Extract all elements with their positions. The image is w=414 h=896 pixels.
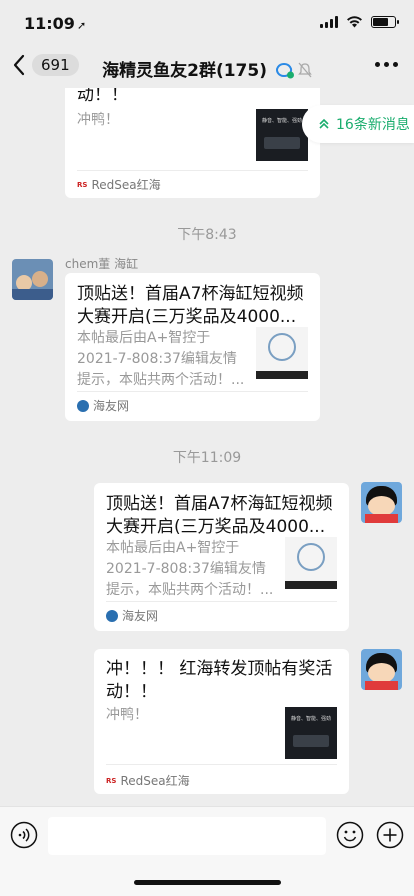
- link-card-message[interactable]: 顶贴送！首届A7杯海缸短视频大赛开启(三万奖品及4000... 本帖最后由A+智…: [94, 483, 349, 631]
- new-messages-label: 16条新消息: [336, 117, 410, 133]
- group-name: 海精灵鱼友2群(175): [102, 61, 267, 81]
- mute-bell-icon: [298, 62, 312, 78]
- message-timestamp: 下午11:09: [172, 450, 242, 466]
- card-description: 本帖最后由A+智控于2021-7-808:37编辑友情提示，本贴共两个活动！..…: [106, 540, 274, 598]
- card-source: RS RedSea红海: [106, 774, 190, 788]
- card-divider: [106, 601, 337, 602]
- emoji-button[interactable]: [336, 821, 364, 849]
- card-source: 海友网: [106, 607, 158, 624]
- card-divider: [77, 391, 308, 392]
- nav-bar: 691 海精灵鱼友2群(175): [0, 46, 414, 88]
- card-divider: [77, 170, 308, 171]
- card-title: 冲！！！ 红海转发顶帖有奖活动！！: [106, 659, 333, 702]
- group-chat-icon: [275, 63, 294, 79]
- card-divider: [106, 764, 337, 765]
- status-bar: 11:09 ➚: [0, 0, 414, 46]
- cellular-signal-icon: [320, 15, 338, 28]
- avatar[interactable]: [12, 259, 53, 300]
- haiyou-logo-icon: [77, 399, 89, 412]
- status-time: 11:09 ➚: [24, 14, 87, 33]
- haiyou-logo-icon: [106, 609, 118, 622]
- card-thumbnail: 静音、智能、强劲: [285, 707, 337, 759]
- card-source: 海友网: [77, 397, 129, 414]
- new-messages-badge[interactable]: 16条新消息: [302, 105, 414, 143]
- link-card-message[interactable]: 冲！！！ 红海转发顶帖有奖活动！！ 冲鸭！ 静音、智能、强劲 RS RedSea…: [94, 649, 349, 794]
- message-timestamp: 下午8:43: [177, 227, 237, 243]
- more-options-button[interactable]: [375, 62, 398, 67]
- battery-icon: [371, 15, 399, 28]
- link-card-message[interactable]: 顶贴送！首届A7杯海缸短视频大赛开启(三万奖品及4000... 本帖最后由A+智…: [65, 273, 320, 421]
- card-source: RS RedSea红海: [77, 178, 161, 192]
- wifi-icon: [347, 16, 362, 28]
- chat-title: 海精灵鱼友2群(175): [0, 56, 414, 81]
- card-thumbnail: 静音、智能、强劲: [256, 109, 308, 161]
- avatar[interactable]: [361, 482, 402, 523]
- card-title: 动！！: [77, 88, 128, 105]
- link-card-message[interactable]: 动！！ 冲鸭！ 静音、智能、强劲 RS RedSea红海: [65, 88, 320, 198]
- card-description: 本帖最后由A+智控于2021-7-808:37编辑友情提示，本贴共两个活动！..…: [77, 330, 245, 388]
- avatar[interactable]: [361, 649, 402, 690]
- card-thumbnail: [256, 327, 308, 379]
- redsea-logo-icon: RS: [106, 776, 117, 785]
- card-thumbnail: [285, 537, 337, 589]
- sender-name: chem董 海缸: [65, 257, 139, 271]
- card-description: 冲鸭！: [77, 112, 119, 128]
- chat-area[interactable]: 16条新消息 动！！ 冲鸭！ 静音、智能、强劲 RS RedSea红海 下午8:…: [0, 88, 414, 806]
- voice-input-button[interactable]: [10, 821, 38, 849]
- card-title: 顶贴送！首届A7杯海缸短视频大赛开启(三万奖品及4000...: [106, 494, 333, 537]
- redsea-logo-icon: RS: [77, 180, 88, 189]
- message-input[interactable]: [48, 817, 326, 855]
- card-description: 冲鸭！: [106, 707, 148, 723]
- double-chevron-up-icon: [319, 118, 329, 129]
- plus-button[interactable]: [376, 821, 404, 849]
- location-arrow-icon: ➚: [76, 19, 87, 32]
- card-title: 顶贴送！首届A7杯海缸短视频大赛开启(三万奖品及4000...: [77, 284, 304, 327]
- home-indicator[interactable]: [134, 880, 281, 885]
